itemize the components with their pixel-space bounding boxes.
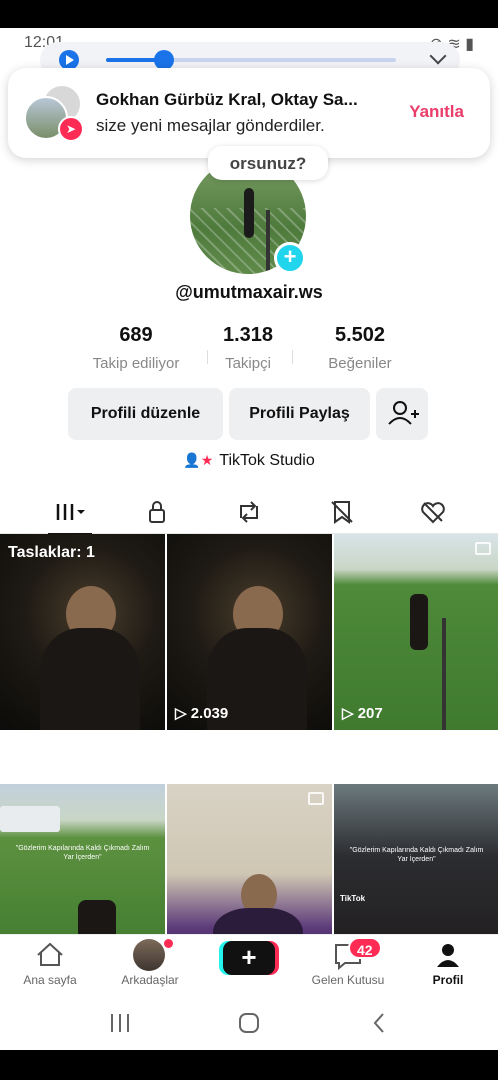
stat-value: 1.318 — [222, 324, 274, 346]
stat-followers[interactable]: 1.318 Takipçi — [193, 324, 303, 372]
thumb-figure — [40, 628, 140, 730]
add-user-icon — [388, 401, 419, 425]
note-bubble[interactable]: orsunuz? — [208, 146, 328, 180]
thumb-caption: "Gözlerim Kapılarında Kaldı Çıkmadı Zalı… — [349, 847, 484, 863]
stat-label: Takip ediliyor — [92, 355, 180, 372]
photo-icon — [475, 542, 491, 555]
divider — [292, 350, 293, 364]
view-count: 2.039 — [175, 704, 229, 722]
profile-tabs — [0, 488, 498, 535]
message-notification[interactable]: ➤ Gokhan Gürbüz Kral, Oktay Sa... size y… — [8, 68, 490, 158]
inbox-count-badge: 42 — [348, 937, 382, 959]
media-progress-knob[interactable] — [154, 50, 174, 70]
heart-hidden-icon — [421, 502, 445, 524]
tab-favorites[interactable] — [302, 488, 382, 534]
nav-profile[interactable]: Profil — [398, 935, 498, 999]
thumb-caption: "Gözlerim Kapılarında Kaldı Çıkmadı Zalı… — [15, 845, 150, 861]
android-nav-bar — [0, 998, 498, 1050]
thumb-figure — [410, 594, 428, 650]
phone-screen: 12:01 ⊘ ≋ ▮ ➤ Gokhan Gürbüz Kral, Oktay … — [0, 28, 498, 1050]
avatar-post — [266, 210, 270, 274]
back-icon — [373, 1013, 384, 1033]
tab-reposts[interactable] — [209, 488, 289, 534]
media-progress-track[interactable] — [106, 50, 396, 70]
bottom-navigation: Ana sayfa Arkadaşlar + Gelen Kutusu 42 P… — [0, 934, 498, 998]
stat-following[interactable]: 689 Takip ediliyor — [81, 324, 191, 372]
message-icon — [335, 944, 361, 971]
chevron-down-icon[interactable] — [429, 47, 447, 65]
nav-label: Profil — [432, 973, 464, 987]
recent-apps-icon — [111, 1014, 129, 1032]
nav-label: Gelen Kutusu — [311, 973, 385, 987]
thumb-van — [0, 806, 60, 832]
video-thumbnail[interactable]: 207 — [334, 534, 498, 730]
home-icon — [37, 942, 63, 966]
tab-liked[interactable] — [393, 488, 473, 534]
grid-icon — [56, 504, 85, 520]
share-profile-button[interactable]: Profili Paylaş — [229, 388, 370, 440]
notification-title: Gokhan Gürbüz Kral, Oktay Sa... — [96, 90, 358, 109]
add-avatar-button[interactable]: + — [274, 242, 306, 274]
view-count: 207 — [342, 704, 383, 722]
studio-icon: 👤★ — [183, 452, 214, 468]
studio-label: TikTok Studio — [219, 452, 315, 469]
notification-dot — [164, 939, 173, 948]
stat-label: Beğeniler — [328, 355, 392, 372]
avatar-person — [244, 188, 254, 238]
play-icon[interactable] — [59, 50, 79, 70]
stat-likes[interactable]: 5.502 Beğeniler — [305, 324, 415, 372]
profile-icon — [437, 944, 459, 967]
video-grid: Taslaklar: 1 2.039 207 "Gözlerim Kapılar… — [0, 534, 498, 964]
thumb-post — [442, 618, 446, 730]
send-icon: ➤ — [58, 116, 84, 142]
edit-profile-button[interactable]: Profili düzenle — [68, 388, 223, 440]
bookmark-hidden-icon — [331, 501, 353, 524]
stat-label: Takipçi — [225, 355, 271, 372]
notification-body: size yeni mesajlar gönderdiler. — [96, 116, 325, 135]
photo-icon — [308, 792, 324, 805]
tab-private[interactable] — [117, 488, 197, 534]
home-circle-icon — [239, 1013, 259, 1033]
username: @umutmaxair.ws — [175, 282, 323, 302]
thumb-watermark: TikTok — [340, 894, 366, 903]
nav-label: Ana sayfa — [23, 973, 77, 987]
reply-button[interactable]: Yanıtla — [409, 102, 464, 122]
nav-home[interactable]: Ana sayfa — [0, 935, 100, 999]
tab-videos[interactable] — [30, 488, 110, 535]
notification-avatars: ➤ — [24, 84, 84, 142]
android-nav-icons — [111, 1013, 384, 1033]
video-thumbnail[interactable]: 2.039 — [167, 534, 332, 730]
stat-value: 5.502 — [334, 324, 386, 346]
friends-avatar[interactable] — [133, 939, 165, 971]
drafts-label: Taslaklar: 1 — [8, 544, 95, 561]
lock-icon — [149, 501, 165, 523]
repost-icon — [240, 501, 258, 523]
stat-value: 689 — [119, 324, 153, 346]
video-thumbnail-draft[interactable]: Taslaklar: 1 — [0, 534, 165, 730]
tiktok-studio-link[interactable]: 👤★ TikTok Studio — [0, 452, 498, 470]
create-button[interactable]: + — [223, 941, 275, 975]
nav-label: Arkadaşlar — [121, 973, 179, 987]
add-friend-button[interactable] — [376, 388, 428, 440]
